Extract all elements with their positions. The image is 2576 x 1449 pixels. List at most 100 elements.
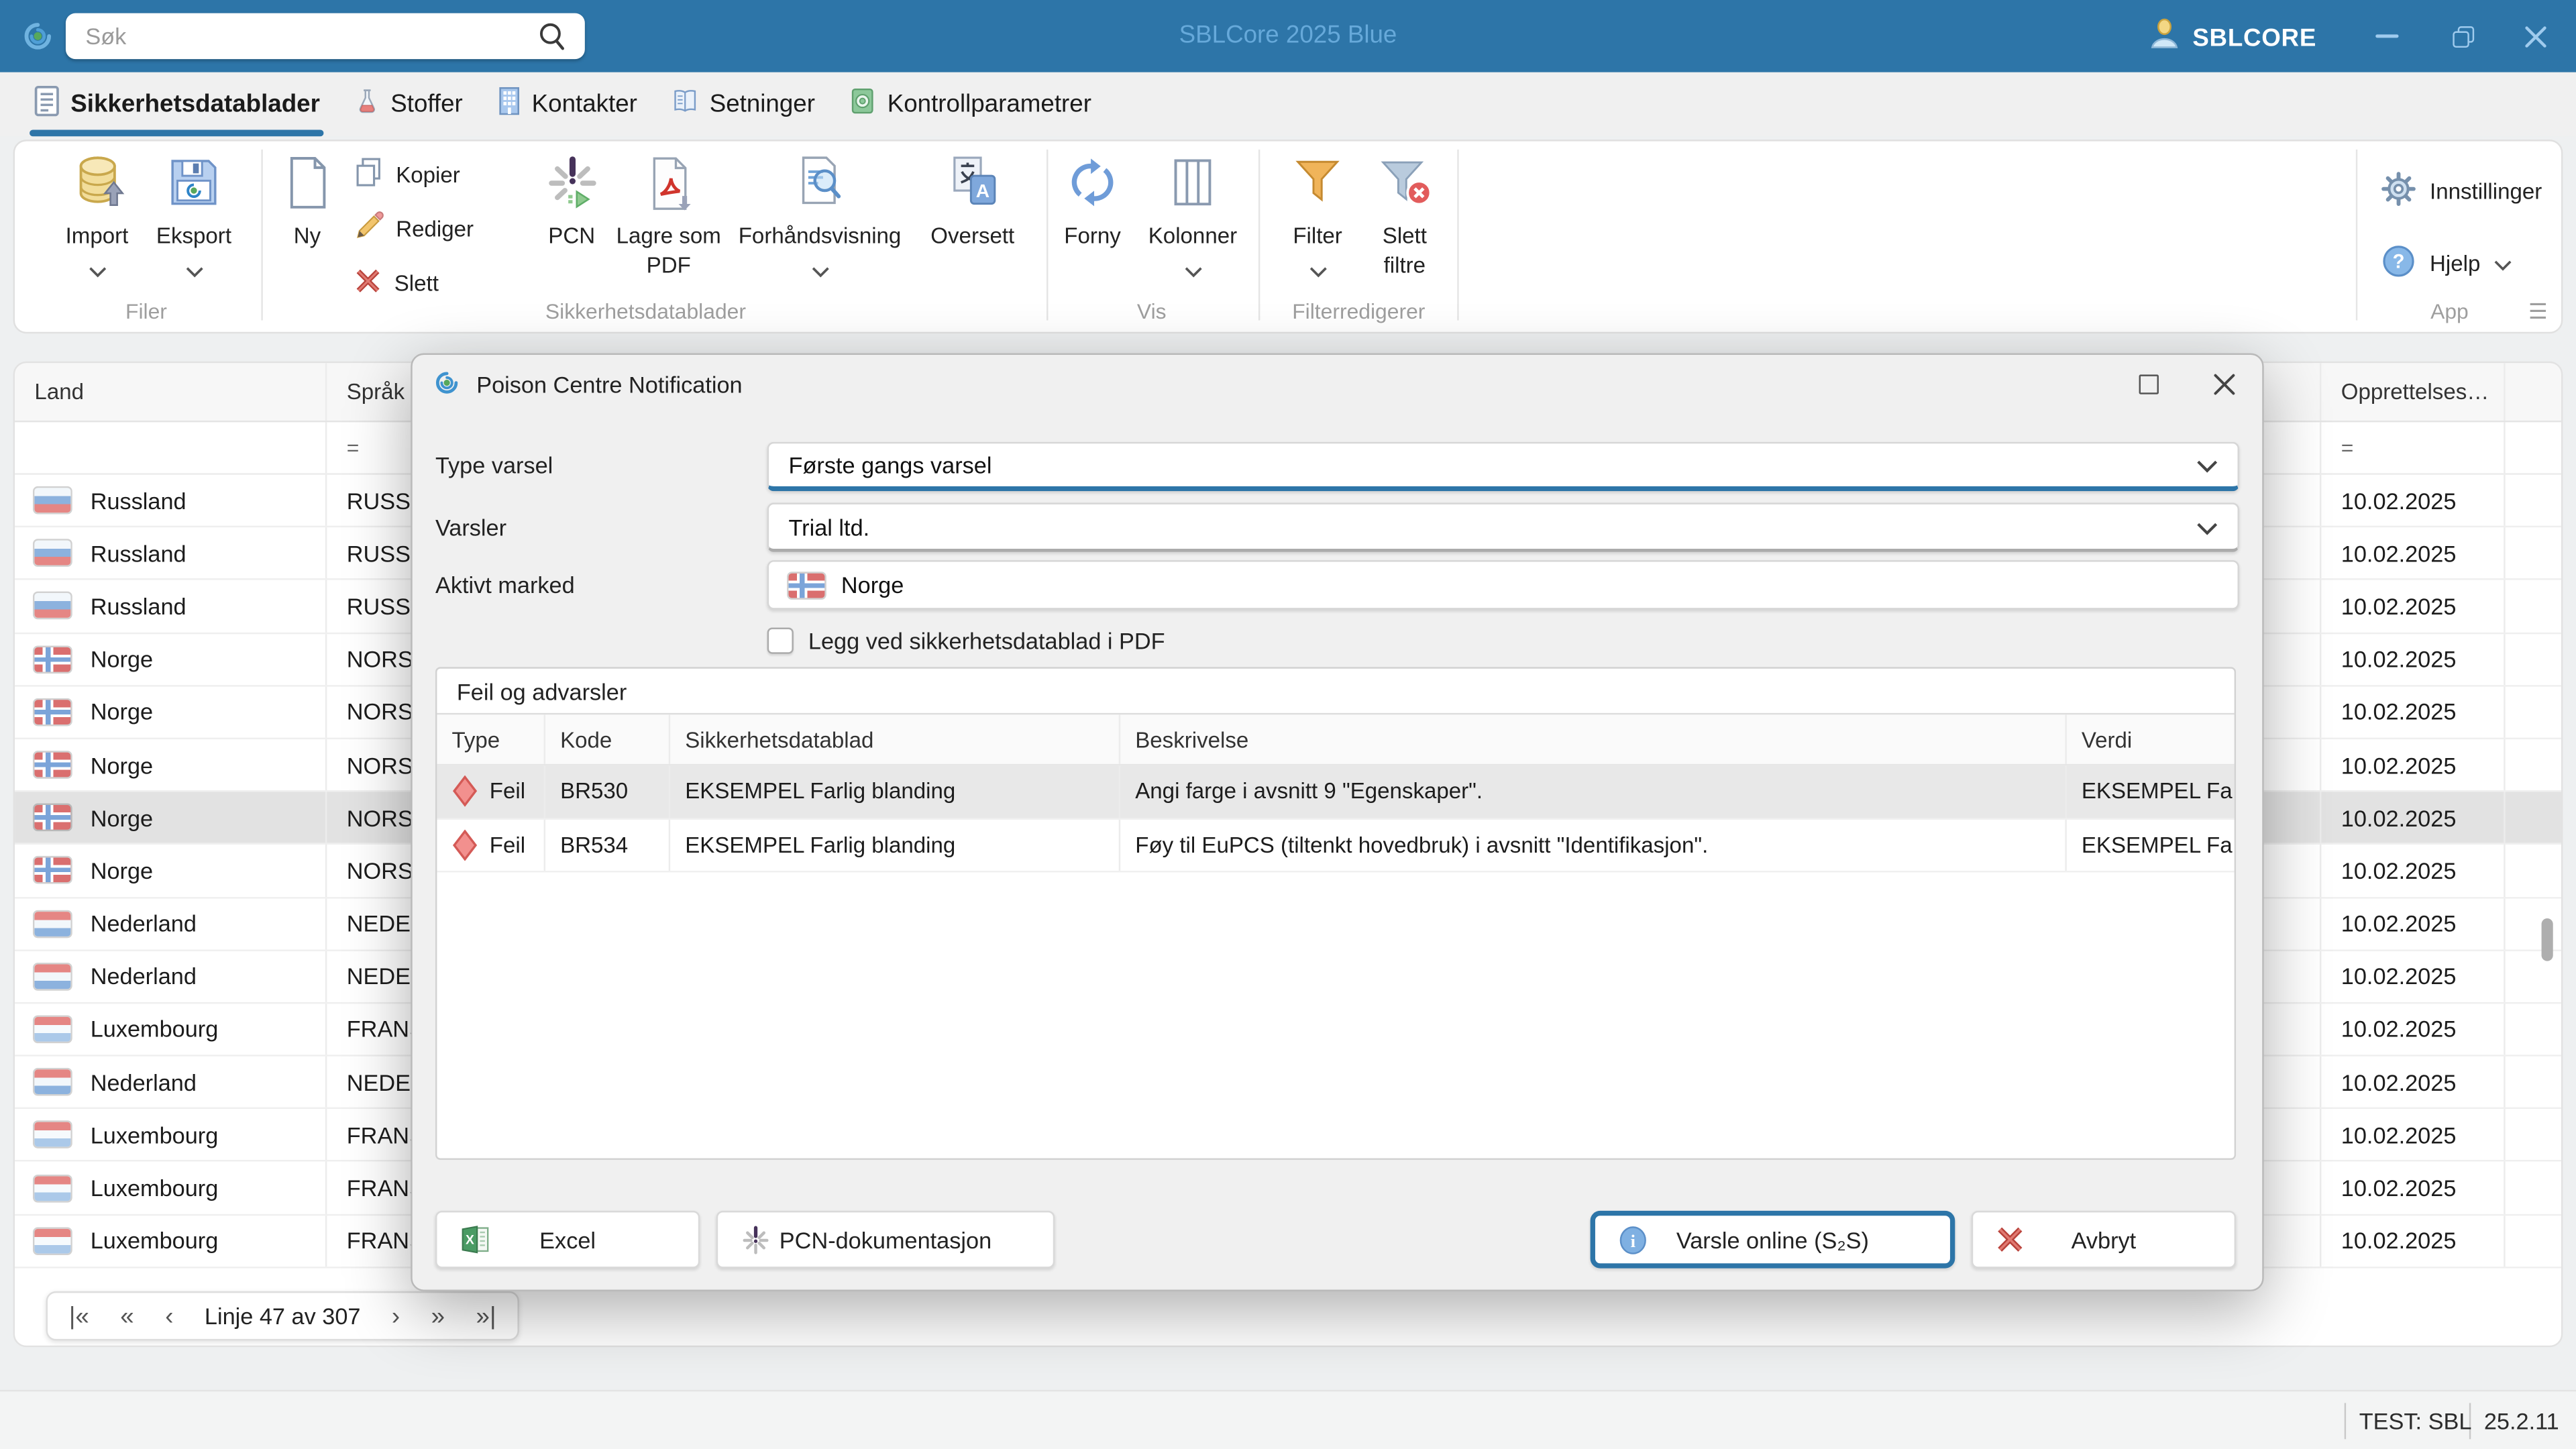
ribbon-toolbar: Import Eksport Ny Kopier Rediger Slett P… [13, 140, 2563, 334]
import-button[interactable]: Import [44, 150, 150, 285]
tab-setninger[interactable]: Setninger [670, 72, 815, 137]
filter-label: Filter [1293, 223, 1342, 248]
column-header-opprettelses[interactable]: Opprettelses… [2321, 363, 2506, 421]
error-type: Feil [489, 779, 526, 804]
dato-value: 10.02.2025 [2321, 792, 2506, 844]
close-button[interactable] [2497, 0, 2573, 72]
country-flag-icon [34, 1175, 71, 1201]
varsler-select[interactable]: Trial ltd. [767, 502, 2239, 552]
column-header-beskrivelse[interactable]: Beskrivelse [1120, 714, 2067, 764]
datasheet-document-icon [33, 85, 61, 123]
search-input[interactable] [65, 13, 585, 60]
dialog-title: Poison Centre Notification [476, 371, 743, 398]
land-value: Norge [90, 645, 154, 673]
land-value: Nederland [90, 963, 197, 989]
ny-button[interactable]: Ny [274, 150, 340, 251]
attach-sds-checkbox-row[interactable]: Legg ved sikkerhetsdatablad i PDF [767, 627, 1165, 654]
pcn-button[interactable]: PCN [531, 150, 612, 251]
dato-value: 10.02.2025 [2321, 1056, 2506, 1108]
tab-stoffer[interactable]: Stoffer [353, 72, 463, 137]
user-name: SBLCORE [2192, 23, 2317, 52]
country-flag-icon [34, 964, 71, 989]
aktivt-marked-field[interactable]: Norge [767, 560, 2239, 610]
minimize-button[interactable] [2349, 0, 2425, 72]
lagre-som-pdf-button[interactable]: Lagre som PDF [616, 150, 721, 280]
dialog-maximize-button[interactable] [2127, 365, 2170, 405]
hjelp-button[interactable]: ? Hjelp [2381, 243, 2512, 284]
next-page-button[interactable]: › [392, 1302, 400, 1330]
column-header-kode[interactable]: Kode [545, 714, 671, 764]
chevron-down-icon [185, 256, 203, 285]
chevron-down-icon [1309, 256, 1327, 285]
equals-filter-icon: = [2341, 435, 2354, 460]
user-avatar-icon [2147, 16, 2181, 59]
refresh-icon [1063, 150, 1122, 215]
land-value: Norge [90, 804, 154, 831]
version-label: 25.2.11 [2483, 1407, 2559, 1434]
ribbon-options-icon[interactable]: ☰ [2528, 299, 2547, 325]
pcn-label: PCN [548, 223, 596, 248]
varsle-online-button[interactable]: i Varsle online (S₂S) [1590, 1210, 1955, 1269]
dialog-close-button[interactable] [2203, 365, 2246, 405]
oversett-label: Oversett [930, 223, 1015, 248]
forhandsvisning-label: Forhåndsvisning [738, 223, 902, 248]
dato-value: 10.02.2025 [2321, 686, 2506, 738]
lagre-som-pdf-label: Lagre som PDF [616, 223, 721, 277]
prev-group-button[interactable]: « [120, 1302, 133, 1330]
column-header-land[interactable]: Land [15, 363, 327, 421]
next-group-button[interactable]: » [431, 1302, 445, 1330]
avbryt-button[interactable]: Avbryt [1971, 1210, 2237, 1269]
sblcore-window: SBLCore 2025 Blue SBLCORE Sikkerhetsdata… [0, 0, 2576, 1449]
country-flag-icon [34, 805, 71, 830]
filter-cell-opprettelses[interactable]: = [2321, 422, 2506, 474]
slett-button[interactable]: Slett [354, 261, 504, 304]
dato-value: 10.02.2025 [2321, 1162, 2506, 1214]
pcn-dokumentasjon-button[interactable]: PCN-dokumentasjon [716, 1210, 1055, 1269]
kolonner-button[interactable]: Kolonner [1135, 150, 1250, 285]
first-page-button[interactable]: |« [69, 1302, 89, 1330]
translate-icon: A [943, 150, 1002, 215]
restore-button[interactable] [2425, 0, 2501, 72]
column-header-sds[interactable]: Sikkerhetsdatablad [670, 714, 1121, 764]
dato-value: 10.02.2025 [2321, 951, 2506, 1002]
tab-label: Setninger [709, 90, 815, 119]
search-icon[interactable] [535, 19, 568, 60]
user-account-button[interactable]: SBLCORE [2147, 16, 2316, 59]
error-row[interactable]: Feil BR534 EKSEMPEL Farlig blanding Føy … [437, 818, 2235, 873]
vertical-scrollbar[interactable] [2541, 918, 2553, 961]
checkbox-unchecked-icon[interactable] [767, 627, 794, 654]
last-page-button[interactable]: »| [476, 1302, 496, 1330]
tab-kontakter[interactable]: Kontakter [496, 72, 637, 137]
prev-page-button[interactable]: ‹ [165, 1302, 173, 1330]
filter-cell-land[interactable] [15, 422, 327, 474]
chevron-down-icon [2196, 451, 2218, 478]
country-flag-icon [34, 647, 71, 672]
type-varsel-label: Type varsel [435, 451, 553, 478]
excel-button[interactable]: X Excel [435, 1210, 700, 1269]
tab-kontrollparametrer[interactable]: Kontrollparametrer [848, 72, 1091, 137]
slett-filtre-button[interactable]: Slett filtre [1362, 150, 1447, 280]
rediger-button[interactable]: Rediger [354, 207, 504, 250]
column-header-type[interactable]: Type [437, 714, 546, 764]
forny-button[interactable]: Forny [1057, 150, 1129, 251]
innstillinger-button[interactable]: Innstillinger [2381, 171, 2542, 212]
type-varsel-select[interactable]: Første gangs varsel [767, 441, 2239, 492]
tab-sikkerhetsdatablader[interactable]: Sikkerhetsdatablader [30, 72, 323, 137]
ny-label: Ny [293, 223, 321, 248]
building-icon [496, 85, 522, 123]
country-flag-icon [34, 541, 71, 566]
error-kode: BR534 [545, 818, 671, 871]
filter-button[interactable]: Filter [1280, 150, 1356, 285]
errors-groupbox: Feil og advarsler Type Kode Sikkerhetsda… [435, 667, 2237, 1160]
forhandsvisning-button[interactable]: Forhåndsvisning [731, 150, 908, 285]
country-flag-icon [34, 699, 71, 724]
error-row[interactable]: Feil BR530 EKSEMPEL Farlig blanding Angi… [437, 765, 2235, 819]
land-value: Luxembourg [90, 1227, 219, 1254]
oversett-button[interactable]: A Oversett [915, 150, 1030, 251]
column-header-verdi[interactable]: Verdi [2067, 714, 2235, 763]
kopier-button[interactable]: Kopier [354, 153, 504, 196]
eksport-button[interactable]: Eksport [146, 150, 241, 285]
new-page-icon [279, 150, 335, 215]
error-kode: BR530 [545, 765, 671, 818]
dato-value: 10.02.2025 [2321, 527, 2506, 579]
